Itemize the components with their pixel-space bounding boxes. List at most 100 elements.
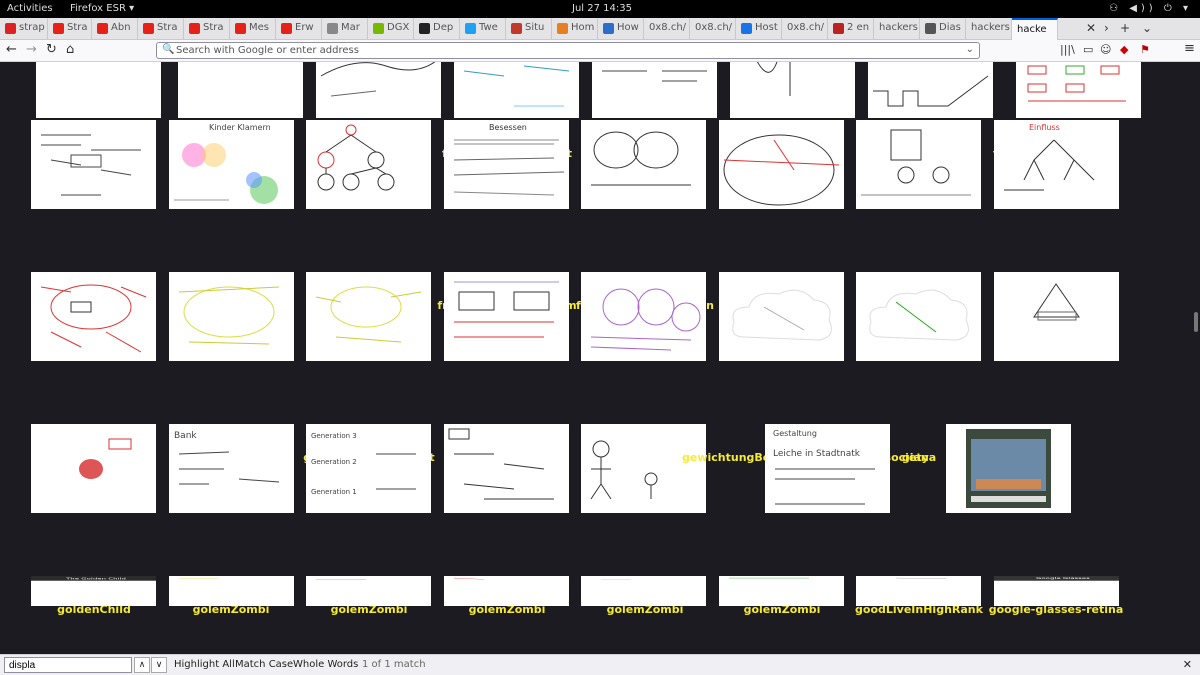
tab-close-button[interactable]: ✕: [1086, 21, 1096, 35]
tab-label: Mar: [341, 22, 360, 33]
library-icon[interactable]: |||\: [1060, 43, 1075, 56]
forward-button[interactable]: →: [26, 42, 37, 57]
thumbnail-image[interactable]: [444, 424, 569, 513]
tab-13[interactable]: Hom: [552, 18, 598, 40]
tab-11[interactable]: Twe: [460, 18, 506, 40]
thumbnail-image[interactable]: [946, 424, 1071, 513]
home-button[interactable]: ⌂: [66, 42, 74, 57]
thumbnail-image[interactable]: [581, 120, 706, 209]
thumbnail-image[interactable]: [169, 576, 294, 606]
tab-label: Host: [755, 22, 778, 33]
thumbnail-image[interactable]: The Golden Child: [31, 576, 156, 606]
tab-21[interactable]: Dias: [920, 18, 966, 40]
thumbnail-image[interactable]: [169, 272, 294, 361]
tab-20[interactable]: hackers: [874, 18, 920, 40]
thumbnail-image[interactable]: [31, 120, 156, 209]
thumbnail-top-5[interactable]: [592, 62, 717, 118]
extension-icon[interactable]: ⚑: [1140, 43, 1150, 56]
thumbnail-image[interactable]: Kinder Klamern: [169, 120, 294, 209]
thumbnail-top-4[interactable]: [454, 62, 579, 118]
tab-2[interactable]: Stra: [48, 18, 92, 40]
tab-1[interactable]: strap: [0, 18, 48, 40]
thumbnail-image[interactable]: [856, 120, 981, 209]
new-tab-button[interactable]: +: [1120, 21, 1130, 35]
thumbnail-top-7[interactable]: [868, 62, 993, 118]
activities-button[interactable]: Activities: [7, 3, 53, 14]
chevron-down-icon[interactable]: ⌄: [966, 44, 974, 55]
tab-7[interactable]: Erw: [276, 18, 322, 40]
thumbnail-top-3[interactable]: [316, 62, 441, 118]
thumbnail-image[interactable]: [994, 272, 1119, 361]
tab-5[interactable]: Stra: [184, 18, 230, 40]
thumbnail-image[interactable]: Bank: [169, 424, 294, 513]
app-menu[interactable]: Firefox ESR ▾: [70, 3, 134, 14]
tab-14[interactable]: How: [598, 18, 644, 40]
tab-10[interactable]: Dep: [414, 18, 460, 40]
thumbnail-image[interactable]: Einfluss: [994, 120, 1119, 209]
svg-text:Bank: Bank: [174, 431, 197, 441]
system-tray[interactable]: ⚇ ◀)) ⏻ ▾: [1109, 3, 1192, 14]
thumbnail-image[interactable]: [444, 576, 569, 606]
system-top-bar: Activities Firefox ESR ▾ Jul 27 14:35 ⚇ …: [0, 0, 1200, 18]
list-all-tabs-button[interactable]: ⌄: [1142, 21, 1152, 35]
tab-12[interactable]: Situ: [506, 18, 552, 40]
url-bar[interactable]: 🔍 Search with Google or enter address ⌄: [156, 42, 980, 59]
thumbnail-image[interactable]: Besessen: [444, 120, 569, 209]
find-input[interactable]: [4, 657, 132, 673]
thumbnail-image[interactable]: [719, 120, 844, 209]
thumbnail-image[interactable]: [306, 272, 431, 361]
tab-9[interactable]: DGX: [368, 18, 414, 40]
close-icon[interactable]: ✕: [1183, 658, 1192, 671]
whole-words-option[interactable]: Whole Words: [293, 659, 358, 670]
thumbnail-image[interactable]: [31, 424, 156, 513]
tab-4[interactable]: Stra: [138, 18, 184, 40]
thumbnail-image[interactable]: [31, 272, 156, 361]
ublock-icon[interactable]: ◆: [1120, 43, 1128, 56]
svg-text:Generation 3: Generation 3: [311, 432, 357, 440]
thumbnail-top-8[interactable]: [1016, 62, 1141, 118]
tab-16[interactable]: 0x8.ch/: [690, 18, 736, 40]
thumbnail-image[interactable]: [856, 272, 981, 361]
tab-6[interactable]: Mes: [230, 18, 276, 40]
thumbnail-image[interactable]: [306, 576, 431, 606]
thumbnail-image[interactable]: [856, 576, 981, 606]
sidebar-icon[interactable]: ▭: [1083, 43, 1093, 56]
thumbnail-image[interactable]: [581, 576, 706, 606]
tab-22[interactable]: hackers: [966, 18, 1012, 40]
tab-label: Hom: [571, 22, 595, 33]
thumbnail-image[interactable]: [719, 576, 844, 606]
find-previous-button[interactable]: ∧: [134, 657, 150, 673]
tab-18[interactable]: 0x8.ch/: [782, 18, 828, 40]
tab-23[interactable]: hacke: [1012, 18, 1058, 40]
page-scrollbar[interactable]: [1192, 62, 1200, 654]
back-button[interactable]: ←: [6, 42, 17, 57]
tab-17[interactable]: Host: [736, 18, 782, 40]
thumbnail-image[interactable]: [581, 272, 706, 361]
thumbnail-top-1[interactable]: [36, 62, 161, 118]
menu-icon[interactable]: ≡: [1184, 41, 1195, 56]
tab-3[interactable]: Abn: [92, 18, 138, 40]
clock[interactable]: Jul 27 14:35: [572, 3, 632, 14]
thumbnail-image[interactable]: [306, 120, 431, 209]
thumbnail-image[interactable]: [719, 272, 844, 361]
thumbnail-image[interactable]: Gestaltung Leiche in Stadtnatk: [765, 424, 890, 513]
youtube-favicon-icon: [281, 23, 292, 34]
account-icon[interactable]: ☺: [1100, 43, 1111, 56]
thumbnail-image[interactable]: [444, 272, 569, 361]
youtube-favicon-icon: [189, 23, 200, 34]
match-case-option[interactable]: Match Case: [235, 659, 293, 670]
thumbnail-top-6[interactable]: [730, 62, 855, 118]
find-next-button[interactable]: ∨: [151, 657, 167, 673]
tab-scroll-right-button[interactable]: ›: [1104, 21, 1109, 35]
thumbnail-image[interactable]: Google Glasses: [994, 576, 1119, 606]
tab-8[interactable]: Mar: [322, 18, 368, 40]
tab-15[interactable]: 0x8.ch/: [644, 18, 690, 40]
scrollbar-thumb[interactable]: [1194, 312, 1198, 332]
thumbnail-image[interactable]: [581, 424, 706, 513]
grey-favicon-icon: [327, 23, 338, 34]
thumbnail-top-2[interactable]: [178, 62, 303, 118]
highlight-all-option[interactable]: Highlight All: [174, 659, 235, 670]
thumbnail-image[interactable]: Generation 3 Generation 2 Generation 1: [306, 424, 431, 513]
tab-19[interactable]: 2 en: [828, 18, 874, 40]
reload-button[interactable]: ↻: [46, 42, 57, 57]
